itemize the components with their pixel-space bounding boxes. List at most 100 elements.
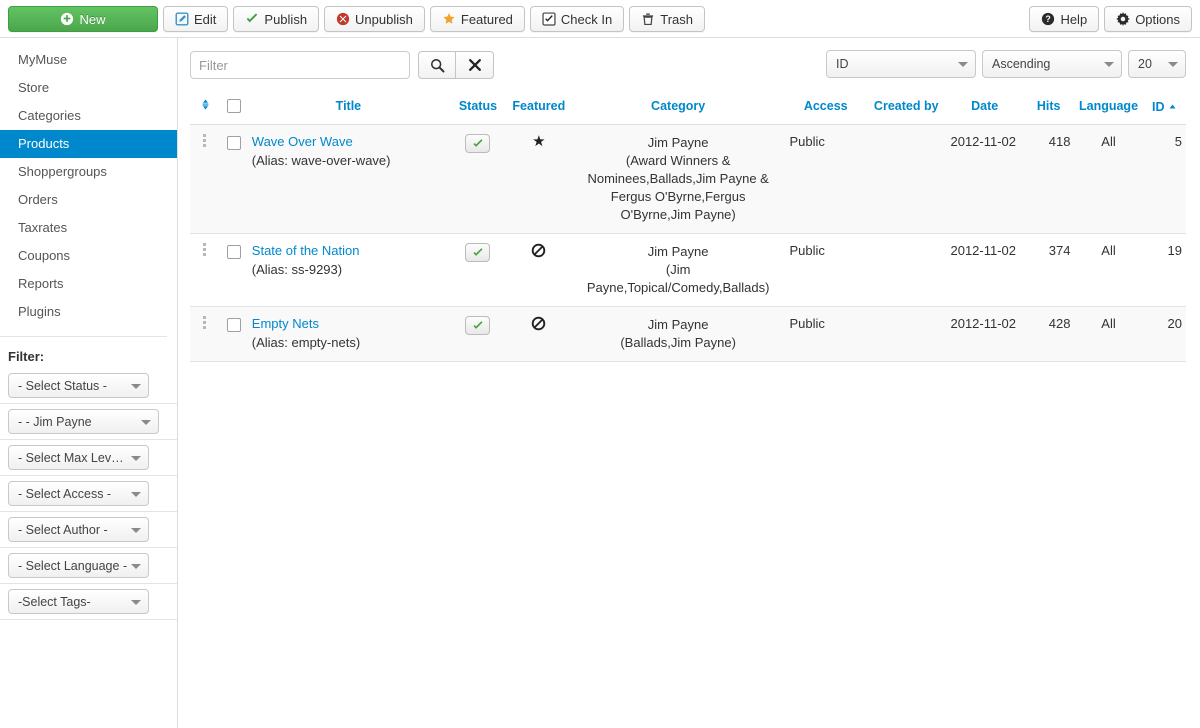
- sidebar-item-taxrates[interactable]: Taxrates: [0, 214, 177, 242]
- column-header-ordering[interactable]: [190, 92, 221, 125]
- filter-select-category[interactable]: - - Jim Payne: [8, 409, 159, 434]
- check-icon: [245, 12, 259, 26]
- cell-select: [220, 233, 248, 307]
- drag-handle[interactable]: [203, 134, 207, 149]
- row-checkbox[interactable]: [227, 244, 242, 259]
- sort-by-select[interactable]: ID: [826, 50, 976, 78]
- column-header-created_by[interactable]: Created by: [865, 92, 947, 125]
- product-title-link[interactable]: State of the Nation: [252, 243, 360, 258]
- button-label: Help: [1060, 11, 1088, 27]
- button-label: Featured: [460, 11, 513, 27]
- status-toggle-button[interactable]: [465, 316, 491, 335]
- filter-select-author[interactable]: - Select Author -: [8, 517, 149, 542]
- cell-date: 2012-11-02: [946, 233, 1023, 307]
- select-all-checkbox[interactable]: [227, 99, 242, 114]
- cell-title: Empty Nets (Alias: empty-nets): [247, 306, 450, 362]
- column-header-featured[interactable]: Featured: [506, 92, 571, 125]
- publish-button[interactable]: Publish: [233, 6, 320, 32]
- status-toggle-button[interactable]: [465, 243, 491, 262]
- search-input[interactable]: [190, 51, 410, 79]
- sidebar-item-coupons[interactable]: Coupons: [0, 242, 177, 270]
- featured-button[interactable]: Featured: [429, 6, 525, 32]
- filter-row-author: - Select Author -: [0, 512, 177, 548]
- options-button[interactable]: Options: [1104, 6, 1192, 32]
- filter-select-language[interactable]: - Select Language -: [8, 553, 149, 578]
- sidebar-item-shoppergroups[interactable]: Shoppergroups: [0, 158, 177, 186]
- filter-select-tags[interactable]: -Select Tags-: [8, 589, 149, 614]
- help-button[interactable]: ? Help: [1029, 6, 1100, 32]
- featured-star-icon[interactable]: ★: [532, 133, 545, 150]
- main-content: ID Ascending 20 Title Status Featured Categ…: [178, 38, 1200, 728]
- magnifier-icon: [430, 58, 445, 73]
- unfeatured-icon[interactable]: [531, 243, 546, 258]
- sidebar-item-mymuse[interactable]: MyMuse: [0, 46, 177, 74]
- chevron-down-icon: [131, 563, 141, 569]
- cell-hits: 428: [1022, 306, 1075, 362]
- filter-select-max-levels[interactable]: - Select Max Lev…: [8, 445, 149, 470]
- filter-row-status: - Select Status -: [0, 368, 177, 404]
- search-clear-button[interactable]: [456, 51, 494, 79]
- unpublish-button[interactable]: Unpublish: [324, 6, 425, 32]
- cell-date: 2012-11-02: [946, 124, 1023, 234]
- chevron-down-icon: [131, 527, 141, 533]
- sidebar-item-orders[interactable]: Orders: [0, 186, 177, 214]
- drag-handle[interactable]: [203, 243, 207, 258]
- column-header-hits[interactable]: Hits: [1022, 92, 1075, 125]
- table-row: Empty Nets (Alias: empty-nets) Jim Payne (B…: [190, 306, 1186, 362]
- new-button[interactable]: New: [8, 6, 158, 32]
- search-toolbar: ID Ascending 20: [190, 50, 1186, 80]
- column-header-id[interactable]: ID: [1142, 92, 1186, 125]
- product-title-link[interactable]: Empty Nets: [252, 316, 319, 331]
- filter-select-status[interactable]: - Select Status -: [8, 373, 149, 398]
- sidebar-item-products[interactable]: Products: [0, 130, 177, 158]
- cell-status: [449, 124, 507, 234]
- filter-select-access[interactable]: - Select Access -: [8, 481, 149, 506]
- sidebar-item-store[interactable]: Store: [0, 74, 177, 102]
- drag-handle[interactable]: [203, 316, 207, 331]
- edit-button[interactable]: Edit: [163, 6, 229, 32]
- row-checkbox[interactable]: [227, 317, 242, 332]
- question-circle-icon: ?: [1041, 12, 1055, 26]
- filter-row-tags: -Select Tags-: [0, 584, 177, 620]
- filter-value-max-levels: - Select Max Lev…: [18, 450, 124, 465]
- cell-featured: ★: [506, 124, 571, 234]
- unfeatured-icon[interactable]: [531, 316, 546, 331]
- column-header-access[interactable]: Access: [785, 92, 866, 125]
- product-title-link[interactable]: Wave Over Wave: [252, 134, 353, 149]
- cell-select: [220, 124, 248, 234]
- check-in-button[interactable]: Check In: [529, 6, 625, 32]
- cell-hits: 418: [1022, 124, 1075, 234]
- chevron-down-icon: [1168, 62, 1178, 67]
- sidebar-item-plugins[interactable]: Plugins: [0, 298, 177, 326]
- check-icon: [472, 320, 484, 332]
- column-header-date[interactable]: Date: [946, 92, 1023, 125]
- sidebar-item-reports[interactable]: Reports: [0, 270, 177, 298]
- filter-row-language: - Select Language -: [0, 548, 177, 584]
- cell-language: All: [1074, 233, 1143, 307]
- row-checkbox[interactable]: [227, 135, 242, 150]
- status-toggle-button[interactable]: [465, 134, 491, 153]
- sort-direction-select[interactable]: Ascending: [982, 50, 1122, 78]
- trash-button[interactable]: Trash: [629, 6, 705, 32]
- sidebar-item-categories[interactable]: Categories: [0, 102, 177, 130]
- list-limit-select[interactable]: 20: [1128, 50, 1186, 78]
- column-header-status[interactable]: Status: [449, 92, 507, 125]
- column-header-title[interactable]: Title: [247, 92, 450, 125]
- column-header-checkall[interactable]: [220, 92, 248, 125]
- plus-circle-icon: [60, 12, 74, 26]
- column-header-language[interactable]: Language: [1074, 92, 1143, 125]
- cell-date: 2012-11-02: [946, 306, 1023, 362]
- admin-toolbar: New Edit Publish Unpublish Featured Check In T…: [0, 0, 1200, 38]
- cell-title: State of the Nation (Alias: ss-9293): [247, 233, 450, 307]
- table-header-row: Title Status Featured Category Access Created…: [190, 92, 1186, 125]
- cell-status: [449, 233, 507, 307]
- search-submit-button[interactable]: [418, 51, 456, 79]
- button-label: Publish: [264, 11, 308, 27]
- filter-value-category: - - Jim Payne: [18, 414, 92, 429]
- column-header-category[interactable]: Category: [570, 92, 786, 125]
- sort-by-value: ID: [836, 57, 849, 71]
- times-circle-icon: [336, 12, 350, 26]
- filter-row-max-levels: - Select Max Lev…: [0, 440, 177, 476]
- list-limit-value: 20: [1138, 57, 1152, 71]
- cell-ordering: [190, 124, 221, 234]
